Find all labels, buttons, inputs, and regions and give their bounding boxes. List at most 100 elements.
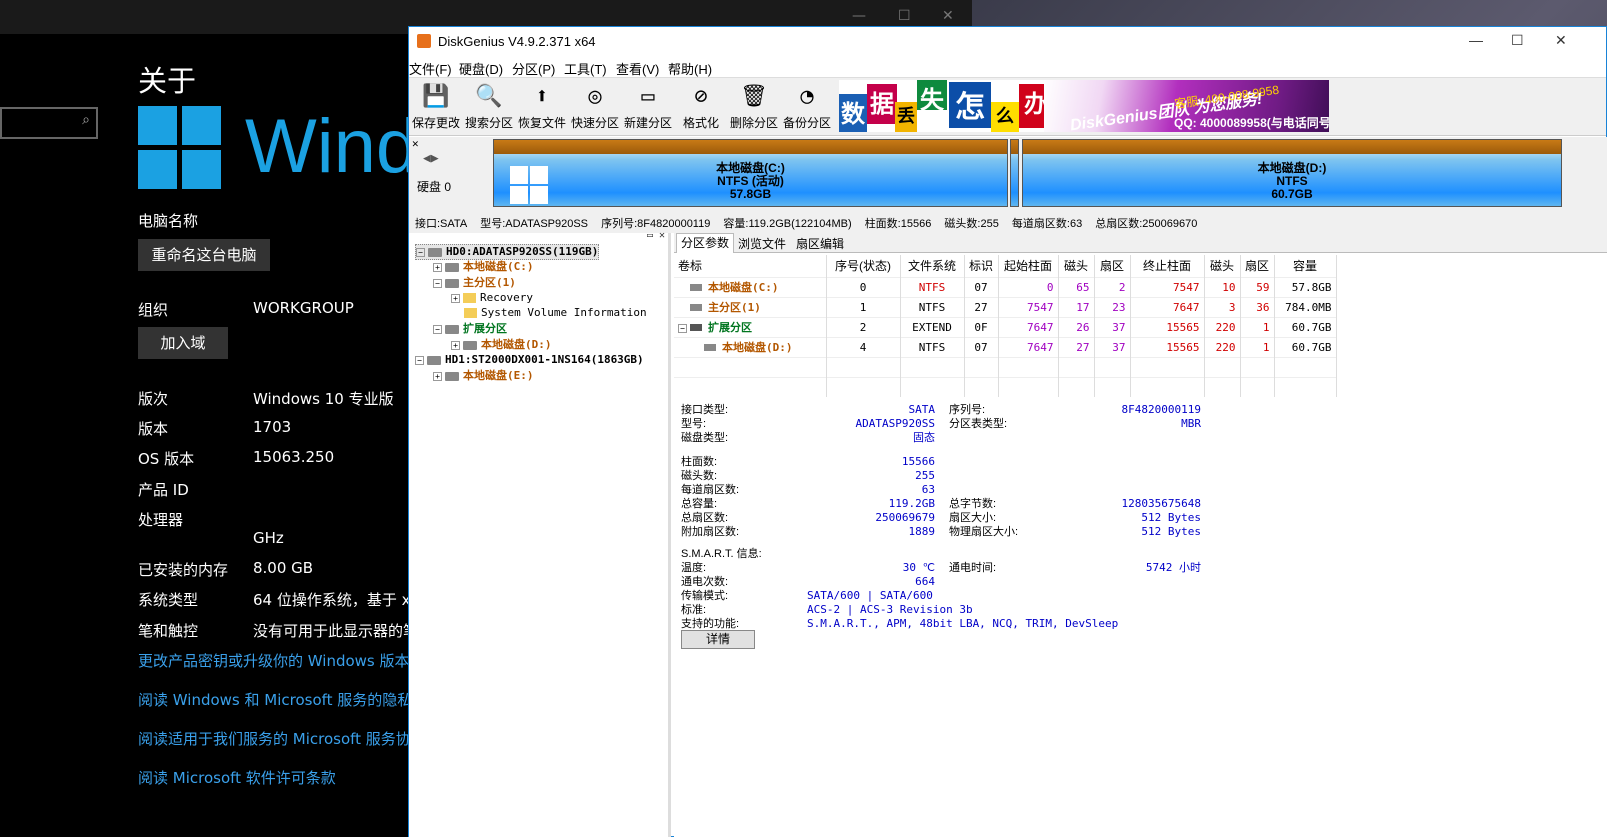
tree-item-hd0[interactable]: − HD0:ADATASP920SS(119GB) xyxy=(415,244,600,260)
quick-partition-button[interactable]: ◎ 快速分区 xyxy=(568,80,622,134)
menu-partition[interactable]: 分区(P) xyxy=(512,59,555,78)
tree-item-sysvol[interactable]: System Volume Information xyxy=(464,306,647,320)
table-row[interactable]: 本地磁盘(D:) 4 NTFS 07 7647 27 37 15565 220 … xyxy=(674,336,1337,357)
tree-item-extended[interactable]: − 扩展分区 xyxy=(433,322,507,336)
minimize-icon[interactable]: — xyxy=(1469,32,1483,48)
col-id[interactable]: 标识 xyxy=(964,255,999,277)
secsize-value: 512 Bytes xyxy=(1141,511,1201,524)
disk-nav-arrows-icon[interactable]: ◀▶ xyxy=(423,151,439,166)
minimize-icon[interactable]: — xyxy=(852,8,866,24)
col-start-head[interactable]: 磁头 xyxy=(1058,255,1095,277)
collapse-icon[interactable]: − xyxy=(433,278,442,288)
partition-icon xyxy=(704,344,716,351)
menu-help[interactable]: 帮助(H) xyxy=(668,59,712,78)
save-changes-button[interactable]: 💾 保存更改 xyxy=(409,80,463,134)
col-fs[interactable]: 文件系统 xyxy=(900,255,965,277)
col-index[interactable]: 序号(状态) xyxy=(826,255,901,277)
collapse-icon[interactable]: − xyxy=(416,247,425,257)
change-product-key-link[interactable]: 更改产品密钥或升级你的 Windows 版本 xyxy=(138,650,410,671)
disk-info-serial: 序列号:8F4820000119 xyxy=(601,218,711,230)
expand-icon[interactable]: + xyxy=(451,293,460,303)
partition-table: 卷标 序号(状态) 文件系统 标识 起始柱面 磁头 扇区 终止柱面 磁头 扇区 … xyxy=(674,255,1337,397)
partition-block-d[interactable]: 本地磁盘(D:) NTFS 60.7GB xyxy=(1022,139,1562,207)
disk-info-capacity: 容量:119.2GB(122104MB) xyxy=(723,218,852,230)
disk-tree: ▭ ✕ − HD0:ADATASP920SS(119GB) + 本地磁盘(C:) − 主… xyxy=(409,230,671,837)
folder-icon xyxy=(464,308,477,318)
rename-pc-button[interactable]: 重命名这台电脑 xyxy=(138,239,270,271)
os-build-label: OS 版本 xyxy=(138,450,195,468)
new-partition-button[interactable]: ▭ 新建分区 xyxy=(621,80,675,134)
tree-item-recovery[interactable]: + Recovery xyxy=(451,291,533,305)
menu-disk[interactable]: 硬盘(D) xyxy=(459,59,503,78)
close-icon[interactable]: ✕ xyxy=(412,137,419,150)
disk-map: ✕ ◀▶ 硬盘 0 本地磁盘(C:) NTFS (活动) 57.8GB 本地磁盘(D… xyxy=(409,137,1607,215)
collapse-icon[interactable]: − xyxy=(433,324,442,334)
trash-icon: 🗑 xyxy=(740,84,768,109)
menu-tools[interactable]: 工具(T) xyxy=(564,59,607,78)
tab-sector-edit[interactable]: 扇区编辑 xyxy=(792,235,848,253)
interface-value: SATA xyxy=(908,403,936,416)
table-row[interactable]: − 扩展分区 2 EXTEND 0F 7647 26 37 15565 220 1… xyxy=(674,316,1337,337)
model-value: ADATASP920SS xyxy=(855,417,935,430)
window-title: DiskGenius V4.9.2.371 x64 xyxy=(438,34,596,49)
diskgenius-app-icon xyxy=(417,34,431,48)
search-partition-button[interactable]: 🔍 搜索分区 xyxy=(462,80,516,134)
system-type-value: 64 位操作系统，基于 x6 xyxy=(253,591,421,609)
join-domain-button[interactable]: 加入域 xyxy=(138,327,228,359)
pin-icon[interactable]: ▭ xyxy=(647,230,653,241)
disktype-value: 固态 xyxy=(913,431,935,444)
col-volume[interactable]: 卷标 xyxy=(674,255,827,277)
maximize-icon[interactable]: ☐ xyxy=(898,8,911,24)
col-end-head[interactable]: 磁头 xyxy=(1204,255,1241,277)
collapse-icon[interactable]: − xyxy=(415,355,424,365)
collapse-icon[interactable]: − xyxy=(678,324,687,333)
col-capacity[interactable]: 容量 xyxy=(1274,255,1337,277)
table-row[interactable]: 本地磁盘(C:) 0 NTFS 07 0 65 2 7547 10 59 57.… xyxy=(674,276,1337,297)
extra-sectors-value: 1889 xyxy=(908,525,936,538)
partition-block-c[interactable]: 本地磁盘(C:) NTFS (活动) 57.8GB xyxy=(493,139,1008,207)
license-terms-link[interactable]: 阅读 Microsoft 软件许可条款 xyxy=(138,767,336,788)
details-button[interactable]: 详情 xyxy=(681,630,755,649)
menu-view[interactable]: 查看(V) xyxy=(616,59,659,78)
partition-block-primary1[interactable] xyxy=(1010,139,1019,207)
tab-browse-files[interactable]: 浏览文件 xyxy=(734,235,790,253)
disk-info-bar: 接口:SATA 型号:ADATASP920SS 序列号:8F4820000119… xyxy=(409,215,1607,233)
col-start-cyl[interactable]: 起始柱面 xyxy=(998,255,1059,277)
tree-item-hd1[interactable]: − HD1:ST2000DX001-1NS164(1863GB) xyxy=(415,353,644,367)
partition-d-size: 60.7GB xyxy=(1271,187,1313,201)
tree-item-c[interactable]: + 本地磁盘(C:) xyxy=(433,260,534,274)
delete-partition-button[interactable]: 🗑 删除分区 xyxy=(727,80,781,134)
close-icon[interactable]: ✕ xyxy=(942,8,954,24)
privacy-statement-link[interactable]: 阅读 Windows 和 Microsoft 服务的隐私声 xyxy=(138,689,427,710)
power-on-hours-value: 5742 小时 xyxy=(1145,561,1201,574)
pen-touch-value: 没有可用于此显示器的笔 xyxy=(253,622,419,640)
close-icon[interactable]: ✕ xyxy=(1555,32,1567,49)
search-icon[interactable]: ⌕ xyxy=(82,112,90,128)
model-label: 型号: xyxy=(681,418,707,430)
menu-file[interactable]: 文件(F) xyxy=(409,59,452,78)
disk-info-spt: 每道扇区数:63 xyxy=(1011,218,1083,230)
search-input[interactable]: ⌕ xyxy=(0,107,98,139)
col-end-cyl[interactable]: 终止柱面 xyxy=(1130,255,1205,277)
version-value: 1703 xyxy=(253,418,292,436)
close-icon[interactable]: ✕ xyxy=(659,230,665,241)
maximize-icon[interactable]: ☐ xyxy=(1511,32,1524,49)
table-row[interactable]: 主分区(1) 1 NTFS 27 7547 17 23 7647 3 36 78… xyxy=(674,296,1337,317)
expand-icon[interactable]: + xyxy=(433,262,442,272)
col-start-sector[interactable]: 扇区 xyxy=(1094,255,1131,277)
tree-item-d[interactable]: + 本地磁盘(D:) xyxy=(451,338,552,352)
col-end-sector[interactable]: 扇区 xyxy=(1240,255,1275,277)
tree-item-primary1[interactable]: − 主分区(1) xyxy=(433,276,516,290)
power-cycle-label: 通电次数: xyxy=(681,576,729,588)
version-label: 版本 xyxy=(138,420,169,438)
tree-item-e[interactable]: + 本地磁盘(E:) xyxy=(433,369,534,383)
services-agreement-link[interactable]: 阅读适用于我们服务的 Microsoft 服务协 xyxy=(138,728,411,749)
format-button[interactable]: ⊘ 格式化 xyxy=(674,80,728,134)
new-partition-icon: ▭ xyxy=(641,84,655,109)
ad-banner[interactable]: 数 据 丢 失 怎 么 办 DiskGenius团队 为您服务! 客服: 400… xyxy=(839,80,1329,132)
recover-files-button[interactable]: ⬆ 恢复文件 xyxy=(515,80,569,134)
tab-partition-params[interactable]: 分区参数 xyxy=(676,233,735,253)
expand-icon[interactable]: + xyxy=(433,371,442,381)
expand-icon[interactable]: + xyxy=(451,340,460,350)
backup-partition-button[interactable]: ◔ 备份分区 xyxy=(780,80,834,134)
